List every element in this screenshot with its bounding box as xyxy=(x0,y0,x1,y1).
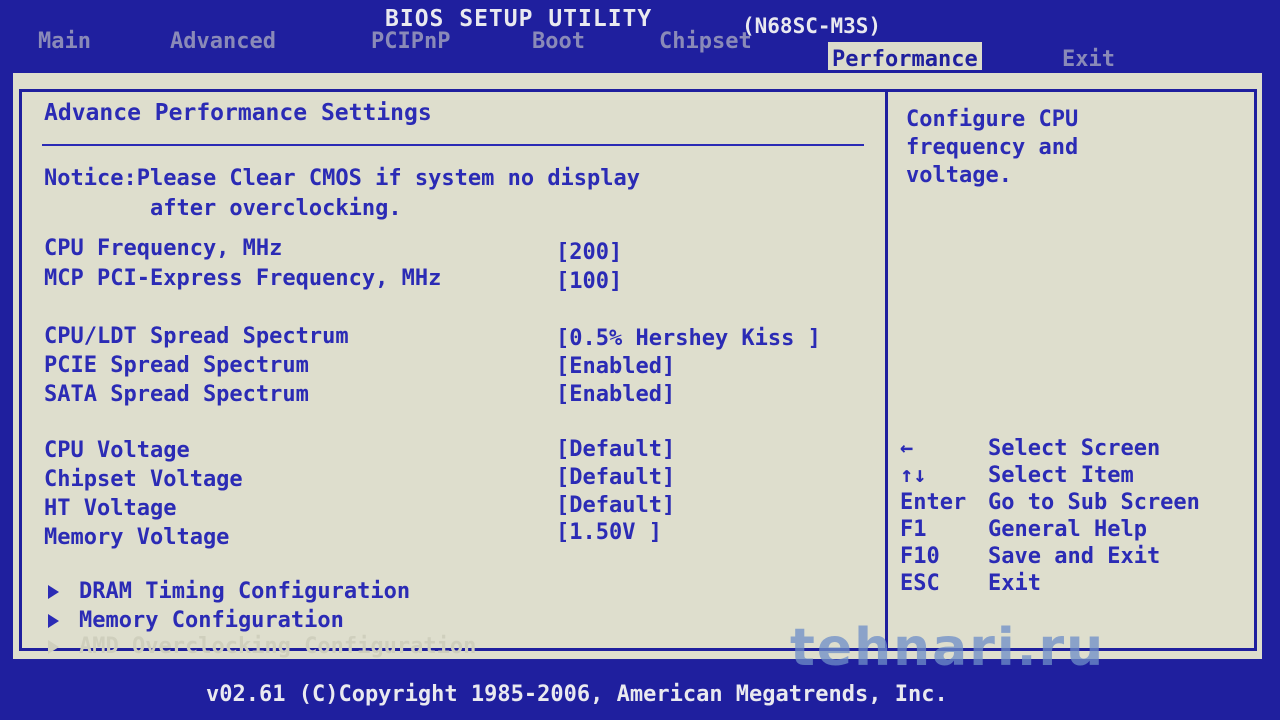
notice-text: Notice:Please Clear CMOS if system no di… xyxy=(44,166,641,221)
submenu-arrow-icon xyxy=(48,614,59,628)
setting-value-mcp-pcie-frequency[interactable]: [100] xyxy=(556,269,622,294)
setting-label-pcie-spread: PCIE Spread Spectrum xyxy=(44,353,309,378)
divider xyxy=(42,144,864,146)
f1-key: F1 xyxy=(900,517,927,542)
tab-boot[interactable]: Boot xyxy=(528,30,589,70)
tab-advanced[interactable]: Advanced xyxy=(166,30,280,70)
copyright-text: v02.61 (C)Copyright 1985-2006, American … xyxy=(206,682,948,707)
esc-key: ESC xyxy=(900,571,940,596)
enter-key: Enter xyxy=(900,490,967,515)
setting-label-mcp-pcie-frequency: MCP PCI-Express Frequency, MHz xyxy=(44,266,442,291)
submenu-amd-overclocking[interactable]: AMD Overclocking Configuration xyxy=(48,634,476,659)
submenu-arrow-icon xyxy=(48,585,59,599)
setting-value-ht-voltage[interactable]: [Default] xyxy=(556,493,675,518)
copyright-footer: v02.61 (C)Copyright 1985-2006, American … xyxy=(0,672,1280,720)
key-action: Exit xyxy=(988,571,1041,596)
help-pane: Configure CPU frequency and voltage. ← Se… xyxy=(885,89,1257,651)
setting-label-cpu-frequency: CPU Frequency, MHz xyxy=(44,236,283,261)
key-hint-exit: ESC Exit xyxy=(900,571,1041,596)
key-action: General Help xyxy=(988,517,1147,542)
submenu-memory-config[interactable]: Memory Configuration xyxy=(48,608,344,633)
up-down-arrow-key: ↑↓ xyxy=(900,463,927,488)
page-title: Advance Performance Settings xyxy=(44,100,432,126)
key-hint-select-screen: ← Select Screen xyxy=(900,436,1160,461)
setting-label-chipset-voltage: Chipset Voltage xyxy=(44,467,243,492)
setting-value-cpu-ldt-spread[interactable]: [0.5% Hershey Kiss ] xyxy=(556,326,821,351)
watermark: tehnari.ru xyxy=(790,618,1106,678)
key-hint-sub-screen: Enter Go to Sub Screen xyxy=(900,490,1200,515)
setting-value-cpu-frequency[interactable]: [200] xyxy=(556,240,622,265)
setting-value-chipset-voltage[interactable]: [Default] xyxy=(556,465,675,490)
setting-value-memory-voltage[interactable]: [1.50V ] xyxy=(556,520,662,545)
main-frame: Advance Performance Settings Notice:Plea… xyxy=(10,70,1265,662)
setting-value-sata-spread[interactable]: [Enabled] xyxy=(556,382,675,407)
setting-value-pcie-spread[interactable]: [Enabled] xyxy=(556,354,675,379)
setting-label-cpu-voltage: CPU Voltage xyxy=(44,438,190,463)
menu-tabs: Main Advanced PCIPnP Boot Chipset Perfor… xyxy=(0,30,1280,76)
submenu-dram-timing[interactable]: DRAM Timing Configuration xyxy=(48,579,410,604)
left-arrow-key: ← xyxy=(900,436,914,461)
submenu-label: Memory Configuration xyxy=(79,608,344,633)
f10-key: F10 xyxy=(900,544,940,569)
key-hint-help: F1 General Help xyxy=(900,517,1147,542)
key-action: Select Item xyxy=(988,463,1134,488)
key-hint-save-exit: F10 Save and Exit xyxy=(900,544,1160,569)
setting-label-memory-voltage: Memory Voltage xyxy=(44,525,230,550)
help-description: Configure CPU frequency and voltage. xyxy=(906,107,1079,188)
settings-pane: Advance Performance Settings Notice:Plea… xyxy=(19,89,885,659)
tab-pcipnp[interactable]: PCIPnP xyxy=(367,30,454,70)
key-action: Save and Exit xyxy=(988,544,1161,569)
key-action: Go to Sub Screen xyxy=(988,490,1200,515)
key-hint-select-item: ↑↓ Select Item xyxy=(900,463,1134,488)
setting-label-cpu-ldt-spread: CPU/LDT Spread Spectrum xyxy=(44,324,349,349)
submenu-label: DRAM Timing Configuration xyxy=(79,579,411,604)
key-action: Select Screen xyxy=(988,436,1161,461)
setting-value-cpu-voltage[interactable]: [Default] xyxy=(556,437,675,462)
setting-label-ht-voltage: HT Voltage xyxy=(44,496,177,521)
tab-chipset[interactable]: Chipset xyxy=(655,30,756,70)
setting-label-sata-spread: SATA Spread Spectrum xyxy=(44,382,309,407)
tab-main[interactable]: Main xyxy=(34,30,95,70)
submenu-arrow-icon xyxy=(48,640,59,654)
submenu-label: AMD Overclocking Configuration xyxy=(79,634,477,659)
